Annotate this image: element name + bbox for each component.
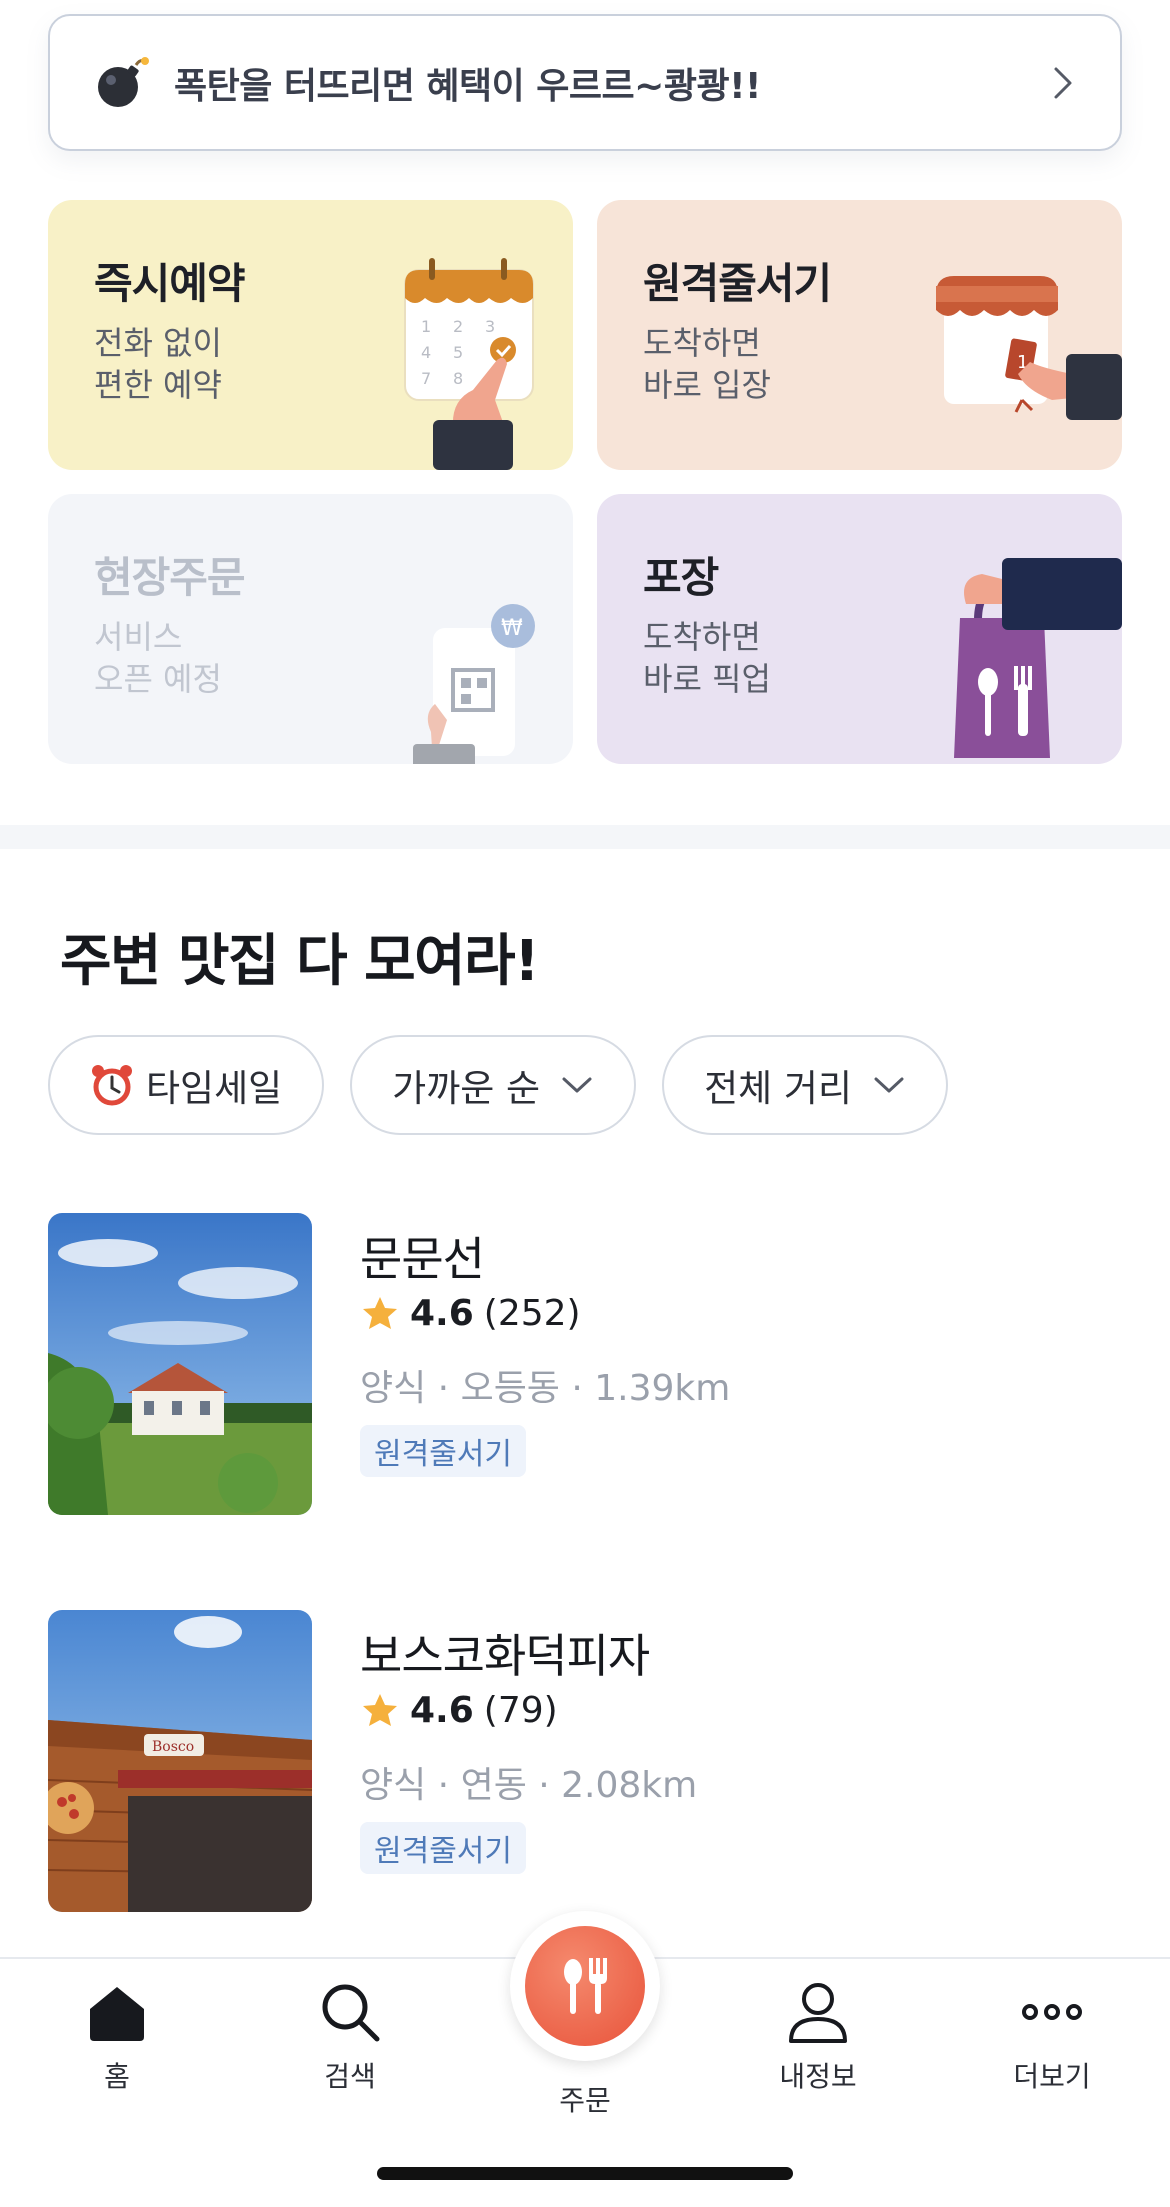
card-remote-queue[interactable]: 원격줄서기 도착하면 바로 입장 1 <box>597 200 1122 470</box>
svg-text:1: 1 <box>421 317 431 336</box>
svg-text:Bosco: Bosco <box>152 1739 194 1755</box>
card-desc: 도착하면 바로 입장 <box>643 324 771 404</box>
card-onsite-order: 현장주문 서비스 오픈 예정 ₩ <box>48 494 573 764</box>
tab-label: 주문 <box>559 2084 611 2117</box>
tab-home[interactable]: 홈 <box>27 1979 207 2095</box>
store-rating: 4.6 (252) <box>360 1293 581 1334</box>
chevron-right-icon <box>1054 67 1072 98</box>
tab-label: 더보기 <box>1013 2060 1091 2093</box>
filter-distance[interactable]: 전체 거리 <box>662 1035 949 1135</box>
store-meta: 양식 · 연동 · 2.08km <box>360 1765 698 1806</box>
rating-score: 4.6 <box>410 1690 474 1731</box>
filter-sort-nearest[interactable]: 가까운 순 <box>350 1035 637 1135</box>
card-takeout[interactable]: 포장 도착하면 바로 픽업 <box>597 494 1122 764</box>
more-dots-icon <box>1022 2004 1082 2020</box>
service-tag: 원격줄서기 <box>360 1822 526 1874</box>
rating-score: 4.6 <box>410 1293 474 1334</box>
service-tag: 원격줄서기 <box>360 1425 526 1477</box>
svg-text:3: 3 <box>485 317 495 336</box>
svg-text:7: 7 <box>421 369 431 388</box>
home-indicator <box>377 2167 793 2180</box>
star-icon <box>363 1296 397 1329</box>
card-title: 원격줄서기 <box>643 259 832 308</box>
person-icon <box>789 1983 847 2043</box>
storefront-queue-icon: 1 <box>936 276 1122 420</box>
review-count: (252) <box>483 1293 581 1334</box>
spoon-fork-icon <box>564 1958 607 2014</box>
qr-phone-icon: ₩ <box>413 604 535 764</box>
card-desc: 서비스 오픈 예정 <box>94 618 222 698</box>
svg-text:2: 2 <box>453 317 463 336</box>
calendar-icon: 123 45 789 <box>404 258 534 470</box>
store-photo <box>48 1213 312 1515</box>
tab-label: 홈 <box>104 2060 130 2093</box>
tab-label: 내정보 <box>779 2060 857 2093</box>
tab-search[interactable]: 검색 <box>260 1979 440 2095</box>
card-desc: 도착하면 바로 픽업 <box>643 618 771 698</box>
home-icon <box>90 1987 144 2041</box>
nearby-section-title: 주변 맛집 다 모여라! <box>60 929 540 994</box>
promo-banner[interactable]: 폭탄을 터뜨리면 혜택이 우르르~쾅쾅!! <box>48 14 1122 151</box>
section-divider <box>0 825 1170 849</box>
store-name: 문문선 <box>360 1232 485 1286</box>
store-photo: Bosco <box>48 1610 312 1912</box>
chip-label: 가까운 순 <box>392 1067 541 1110</box>
chip-label: 전체 거리 <box>704 1067 853 1110</box>
svg-text:₩: ₩ <box>501 616 523 641</box>
tab-my-info[interactable]: 내정보 <box>728 1979 908 2095</box>
store-list-item[interactable]: 문문선 4.6 (252) 양식 · 오등동 · 1.39km 원격줄서기 <box>48 1213 1122 1515</box>
star-icon <box>363 1693 397 1726</box>
store-meta: 양식 · 오등동 · 1.39km <box>360 1368 731 1409</box>
alarm-clock-icon <box>92 1065 132 1106</box>
store-list-item[interactable]: Bosco 보스코화덕피자 4.6 (79) 양식 · 연동 · 2.08km … <box>48 1610 1122 1912</box>
store-rating: 4.6 (79) <box>360 1690 558 1731</box>
svg-text:4: 4 <box>421 343 431 362</box>
tab-label: 검색 <box>324 2060 376 2093</box>
chip-label: 타임세일 <box>146 1067 283 1110</box>
svg-text:8: 8 <box>453 369 463 388</box>
store-name: 보스코화덕피자 <box>360 1629 650 1683</box>
banner-text: 폭탄을 터뜨리면 혜택이 우르르~쾅쾅!! <box>174 65 761 107</box>
search-icon <box>322 1984 380 2042</box>
chevron-down-icon <box>562 1077 592 1093</box>
takeout-bag-icon <box>954 558 1122 758</box>
filter-time-sale[interactable]: 타임세일 <box>48 1035 325 1135</box>
bomb-icon <box>98 56 149 107</box>
card-title: 포장 <box>643 553 719 602</box>
tab-more[interactable]: 더보기 <box>962 1979 1142 2095</box>
card-title: 현장주문 <box>94 553 246 602</box>
card-instant-reservation[interactable]: 즉시예약 전화 없이 편한 예약 123 45 789 <box>48 200 573 470</box>
card-desc: 전화 없이 편한 예약 <box>94 324 222 404</box>
review-count: (79) <box>483 1690 558 1731</box>
svg-text:5: 5 <box>453 343 463 362</box>
tab-order[interactable] <box>510 1911 660 2061</box>
filter-chips: 타임세일 가까운 순 전체 거리 <box>48 1035 949 1135</box>
chevron-down-icon <box>874 1077 904 1093</box>
card-title: 즉시예약 <box>94 259 246 308</box>
